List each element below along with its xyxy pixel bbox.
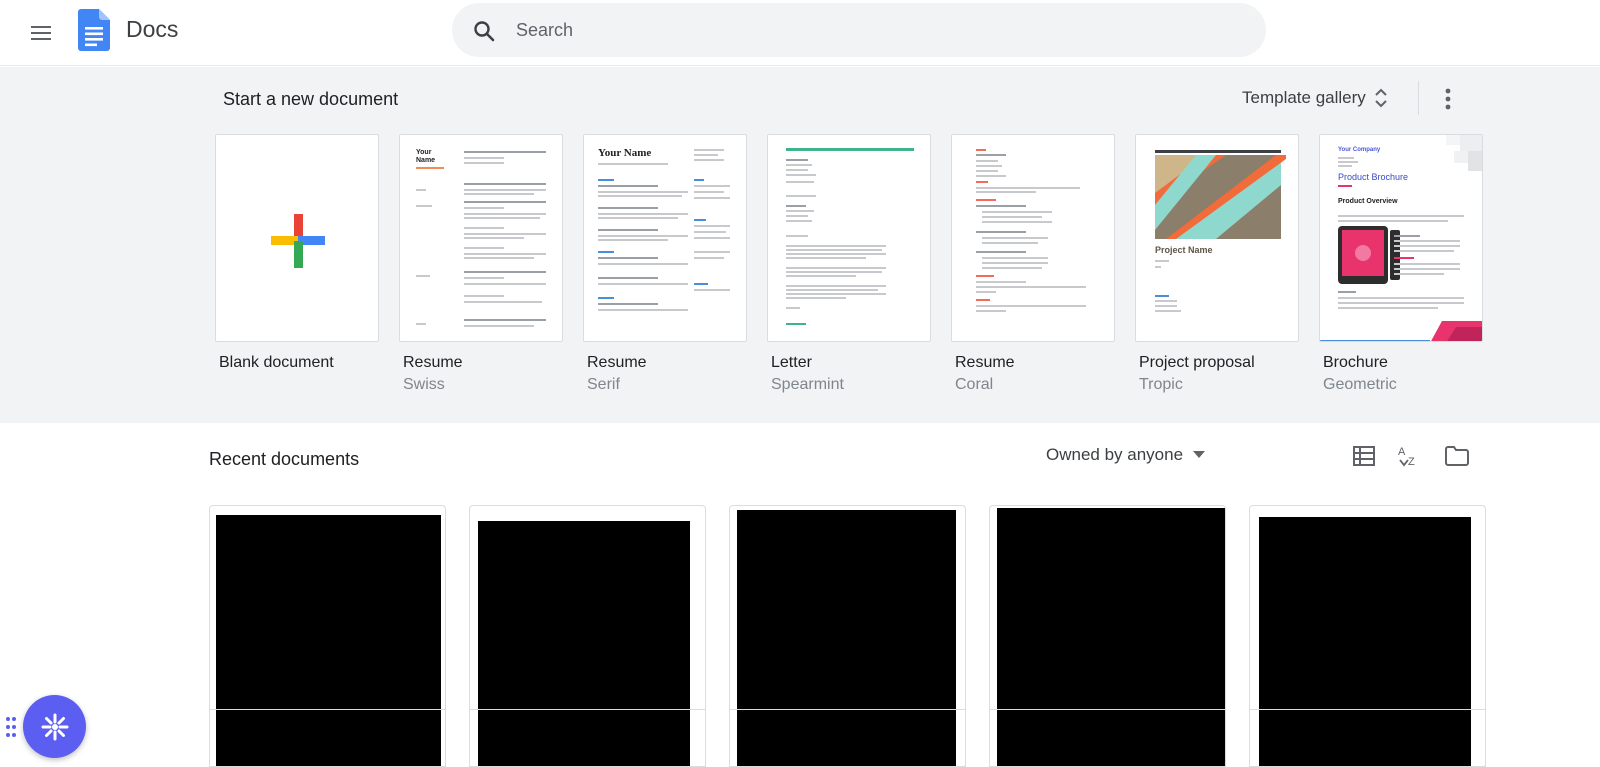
template-thumbnail[interactable] [215,134,379,342]
recent-document-card[interactable] [729,505,966,767]
template-thumbnail[interactable] [767,134,931,342]
template-section-heading: Start a new document [223,89,399,109]
template-more-options-button[interactable] [1430,81,1466,117]
app-title[interactable]: Docs [126,16,178,43]
template-name: Project proposal [1139,354,1255,371]
template-thumbnail[interactable]: Your Name [583,134,747,342]
template-name: Resume [955,354,1015,371]
main-menu-button[interactable] [22,14,60,52]
template-style: Spearmint [771,376,844,393]
docs-logo-icon[interactable] [78,9,110,51]
thumb-name-text: Your Name [598,147,652,159]
thumb-proposal-title: Project Name [1155,245,1213,255]
recent-document-card[interactable] [209,505,446,767]
folder-icon [1445,446,1469,466]
recent-document-card[interactable] [1249,505,1486,767]
template-brochure-geometric[interactable]: Your Company Product Brochure Product Ov… [1319,134,1483,396]
template-style: Serif [587,376,620,393]
template-resume-swiss[interactable]: Your Name Resume Swiss [399,134,563,396]
thumb-brochure-section: Product Overview [1338,198,1398,205]
template-style [215,376,379,396]
template-style: Tropic [1139,376,1183,393]
recent-document-card[interactable] [989,505,1226,767]
sparkle-icon [41,713,68,740]
template-thumbnail[interactable]: Your Name [399,134,563,342]
owner-filter-dropdown[interactable]: Owned by anyone [1038,434,1213,476]
plus-icon [271,214,325,268]
hamburger-menu-icon [31,26,51,40]
document-thumbnail [1259,517,1471,766]
thumb-brochure-company: Your Company [1338,147,1381,153]
document-thumbnail [478,521,690,766]
recent-documents-list [209,505,1486,767]
card-divider [210,709,445,710]
svg-text:Z: Z [1408,456,1415,468]
list-view-icon [1353,446,1375,466]
owner-filter-label: Owned by anyone [1046,445,1184,464]
search-icon[interactable] [472,19,496,43]
template-list: Blank document Your Name Resume Swiss Yo… [215,134,1483,396]
thumb-name-text: Your Name [416,149,436,164]
geometric-graphic [1320,135,1482,341]
drag-handle-icon[interactable] [5,715,17,739]
document-thumbnail [216,515,441,766]
template-blank-document[interactable]: Blank document [215,134,379,396]
template-section: Start a new document Template gallery Bl… [0,67,1600,423]
card-divider [470,709,705,710]
assistant-button[interactable] [23,695,86,758]
template-style: Coral [955,376,994,393]
document-thumbnail [737,510,956,766]
unfold-more-icon [1375,88,1387,108]
recent-documents-heading: Recent documents [209,449,360,469]
template-gallery-button[interactable]: Template gallery [1234,79,1402,117]
search-input[interactable] [516,3,1236,57]
recent-document-card[interactable] [469,505,706,767]
template-resume-coral[interactable]: Resume Coral [951,134,1115,396]
template-style: Geometric [1323,376,1397,393]
document-thumbnail [997,508,1225,766]
template-thumbnail[interactable]: Project Name [1135,134,1299,342]
sort-az-icon: A Z [1398,446,1415,468]
card-divider [1250,709,1485,710]
card-divider [730,709,965,710]
card-divider [990,709,1225,710]
svg-text:A: A [1398,446,1406,458]
template-name: Letter [771,354,812,371]
template-letter-spearmint[interactable]: Letter Spearmint [767,134,931,396]
app-header: Docs [0,0,1600,66]
tropic-graphic [1155,150,1286,312]
template-thumbnail[interactable] [951,134,1115,342]
open-file-picker-button[interactable] [1439,438,1475,474]
caret-down-icon [1193,451,1206,458]
template-name: Blank document [219,354,334,371]
template-project-proposal-tropic[interactable]: Project Name Project proposal Tropic [1135,134,1299,396]
template-name: Resume [403,354,463,371]
thumb-brochure-title: Product Brochure [1338,172,1409,182]
template-name: Brochure [1323,354,1388,371]
more-vert-icon [1445,88,1451,110]
list-view-button[interactable] [1346,438,1382,474]
sort-button[interactable]: A Z [1392,438,1428,474]
search-bar[interactable] [452,3,1266,57]
template-resume-serif[interactable]: Your Name Resume Serif [583,134,747,396]
template-name: Resume [587,354,647,371]
template-thumbnail[interactable]: Your Company Product Brochure Product Ov… [1319,134,1483,342]
toolbar-divider [1418,81,1419,115]
template-style: Swiss [403,376,445,393]
template-gallery-label: Template gallery [1242,88,1366,107]
